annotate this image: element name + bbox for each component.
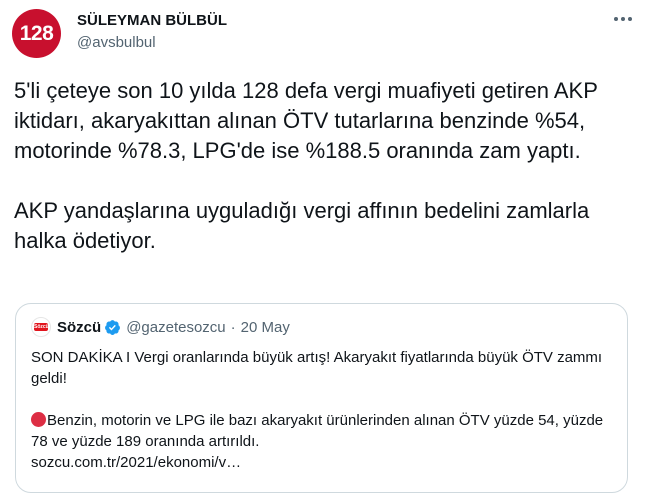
quoted-display-name[interactable]: Sözcü [57, 319, 101, 336]
quoted-line-detail: Benzin, motorin ve LPG ile bazı akaryakı… [31, 410, 616, 452]
author-handle[interactable]: @avsbulbul [77, 33, 227, 52]
red-circle-emoji-icon [31, 412, 46, 427]
verified-badge-icon [105, 319, 121, 335]
quoted-tweet-header: Sözcü Sözcü @gazetesozcu · 20 May [31, 317, 290, 337]
dot [621, 17, 625, 21]
author-display-name[interactable]: SÜLEYMAN BÜLBÜL [77, 11, 227, 30]
tweet-text: 5'li çeteye son 10 yılda 128 defa vergi … [14, 76, 634, 256]
quoted-date[interactable]: 20 May [241, 319, 290, 336]
separator: · [230, 318, 236, 336]
quoted-tweet-text: SON DAKİKA I Vergi oranlarında büyük art… [31, 347, 616, 473]
dot [614, 17, 618, 21]
more-options-icon[interactable] [610, 8, 636, 30]
tweet-paragraph: 5'li çeteye son 10 yılda 128 defa vergi … [14, 78, 598, 163]
quoted-tweet-card[interactable]: Sözcü Sözcü @gazetesozcu · 20 May SON DA… [15, 303, 628, 493]
quoted-handle[interactable]: @gazetesozcu [126, 319, 225, 336]
avatar[interactable]: 128 [12, 9, 61, 58]
quoted-avatar-logo: Sözcü [34, 323, 48, 331]
quoted-line-headline: SON DAKİKA I Vergi oranlarında büyük art… [31, 349, 603, 387]
author-block: SÜLEYMAN BÜLBÜL @avsbulbul [77, 11, 227, 52]
tweet-paragraph: AKP yandaşlarına uyguladığı vergi affını… [14, 198, 590, 253]
quoted-avatar[interactable]: Sözcü [31, 317, 51, 337]
quoted-detail-text: Benzin, motorin ve LPG ile bazı akaryakı… [31, 412, 604, 450]
tweet: 128 SÜLEYMAN BÜLBÜL @avsbulbul 5'li çete… [0, 0, 650, 493]
quoted-link[interactable]: sozcu.com.tr/2021/ekonomi/v… [31, 452, 616, 473]
dot [628, 17, 632, 21]
